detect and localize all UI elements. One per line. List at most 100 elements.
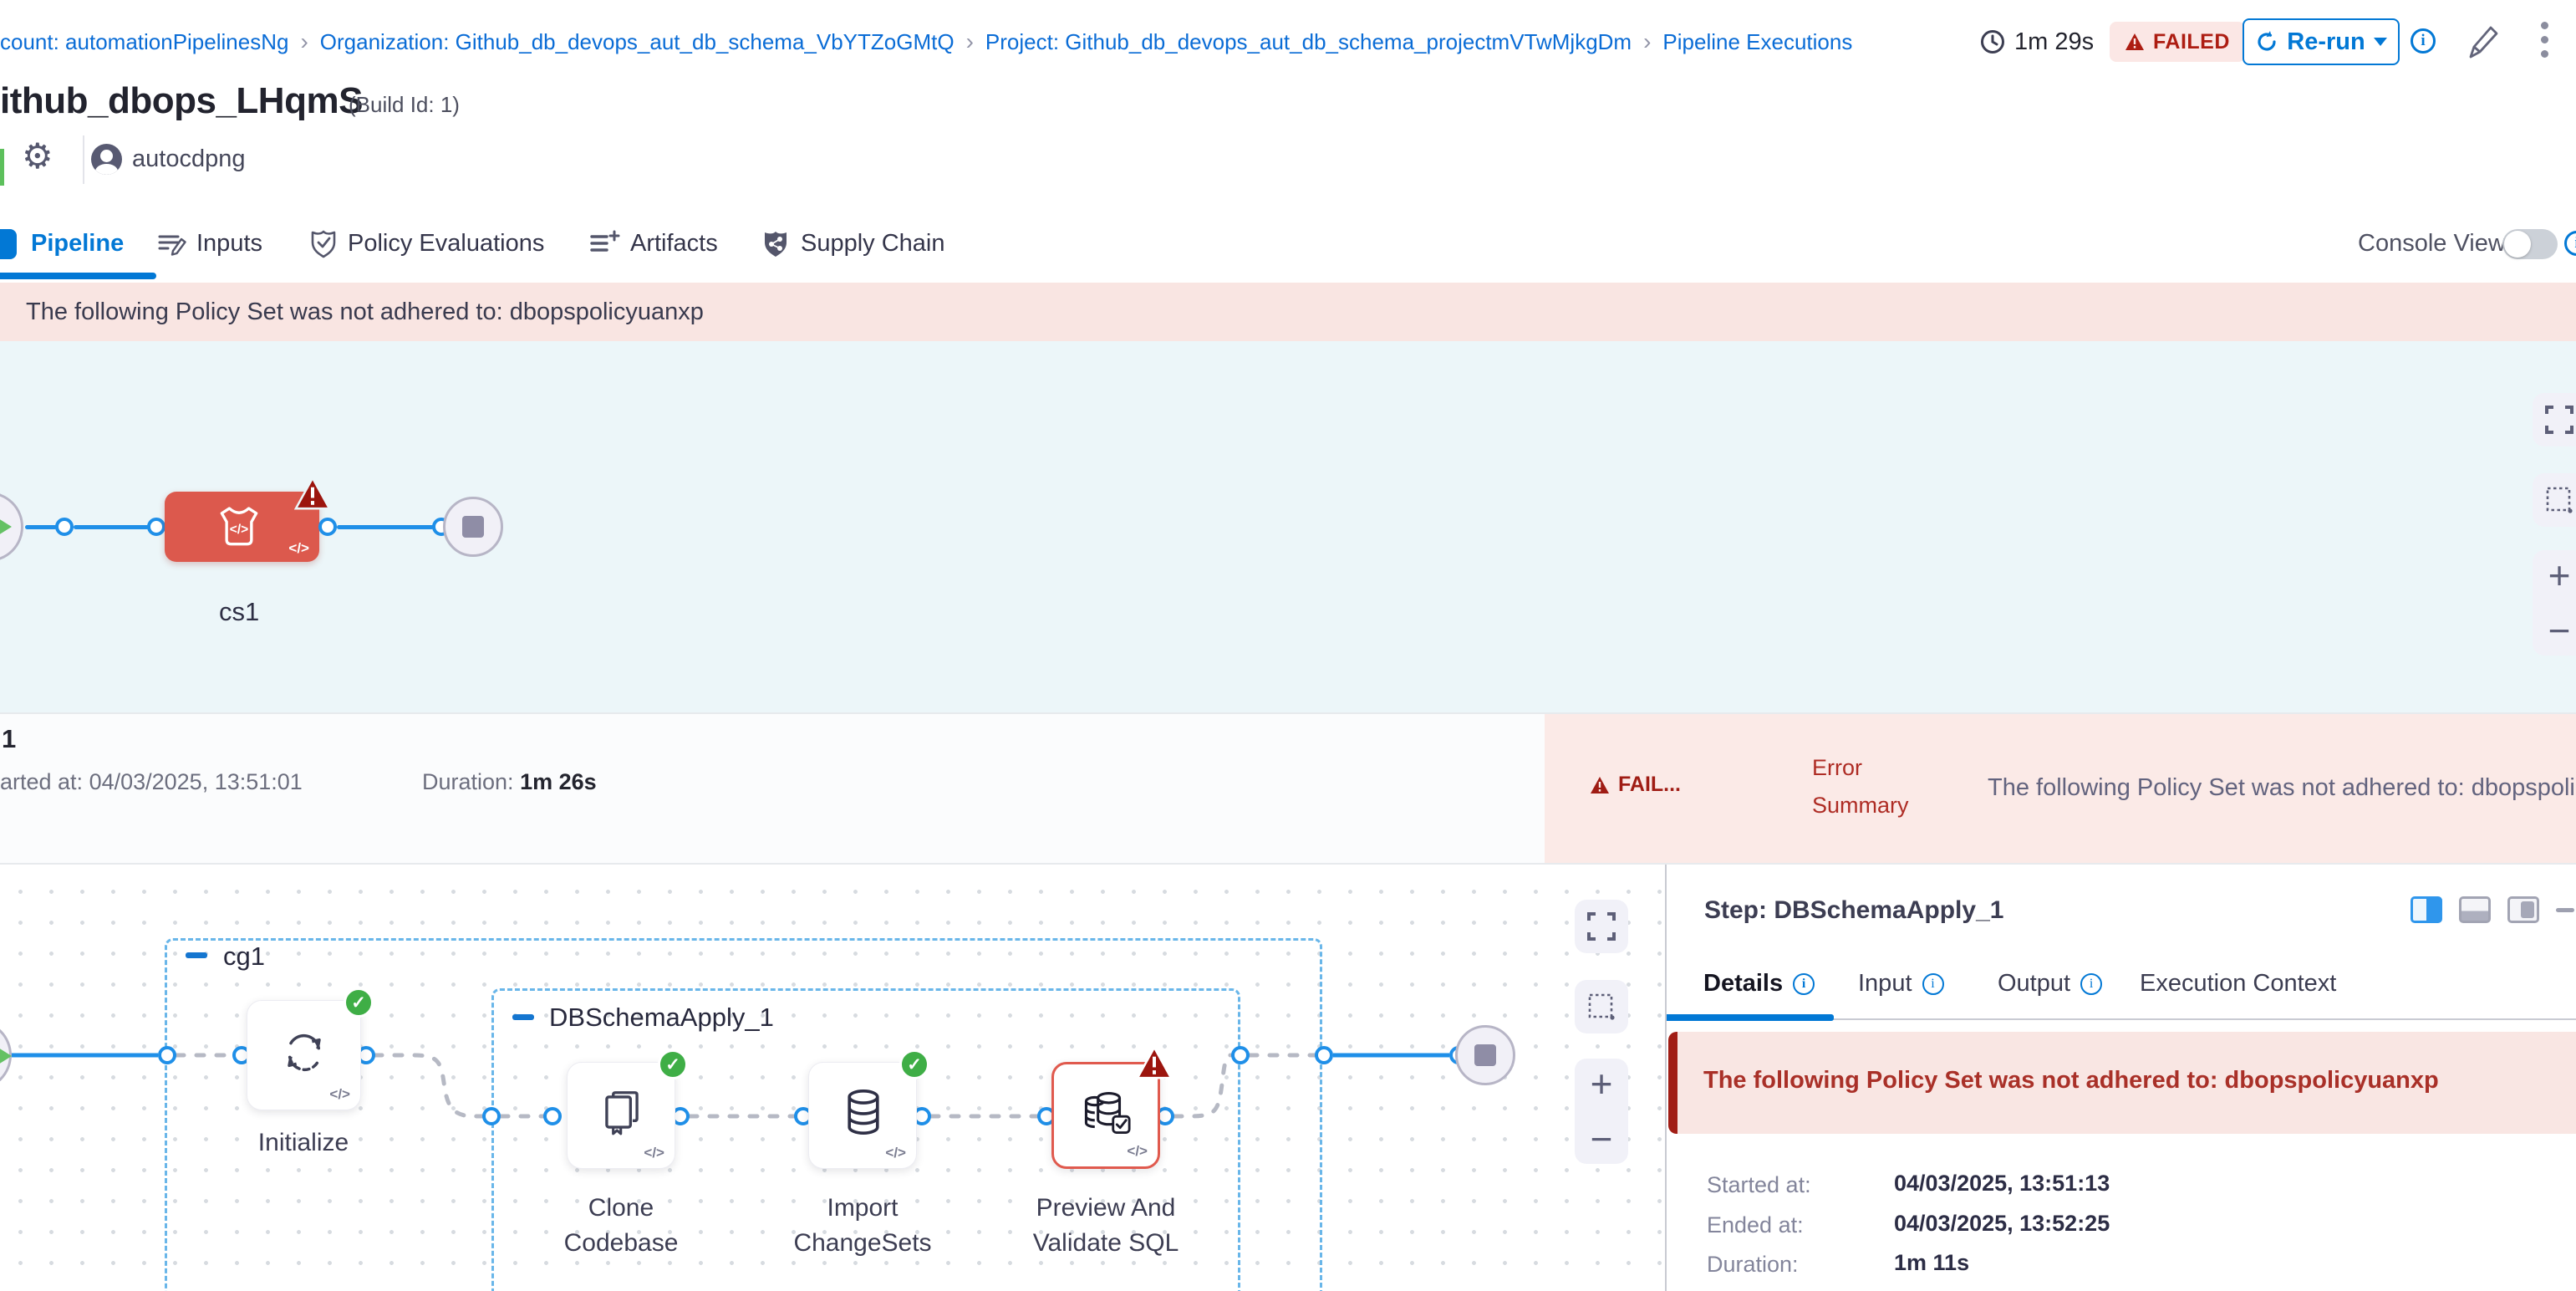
svg-text:</>: </> — [230, 523, 248, 537]
connector-port[interactable] — [543, 1107, 562, 1125]
step-node-initialize[interactable]: </> ✓ — [247, 1000, 361, 1110]
active-tab-underline — [0, 273, 156, 279]
pipeline-graph[interactable]: </> </> cs1 + − — [0, 341, 2576, 712]
layout-floating-icon[interactable] — [2507, 896, 2539, 923]
connector-port[interactable] — [1231, 1046, 1250, 1064]
selection-marquee-button[interactable] — [1575, 980, 1628, 1033]
more-options-kebab-icon[interactable] — [2541, 22, 2548, 58]
step-label-initialize: Initialize — [245, 1125, 362, 1161]
step-label-import-changesets: Import ChangeSets — [779, 1191, 946, 1261]
connector-port[interactable] — [1315, 1046, 1333, 1064]
panel-tab-execution-context[interactable]: Execution Context — [2140, 970, 2336, 998]
info-icon[interactable]: i — [1922, 973, 1944, 995]
console-info-icon[interactable]: i — [2564, 231, 2576, 256]
status-badge-label: FAILED — [2153, 30, 2230, 54]
zoom-in-button[interactable]: + — [2548, 556, 2571, 594]
stage-node-cs1[interactable]: </> </> — [165, 492, 319, 562]
zoom-out-button[interactable]: − — [2548, 611, 2571, 650]
pipeline-icon — [0, 229, 17, 259]
tab-supply-chain[interactable]: Supply Chain — [761, 209, 945, 278]
step-node-clone-codebase[interactable]: </> ✓ — [567, 1062, 675, 1169]
gear-icon[interactable]: ⚙ — [22, 135, 53, 176]
tab-inputs[interactable]: Inputs — [156, 209, 262, 278]
detail-duration-value: 1m 11s — [1894, 1250, 1969, 1276]
stage-execution-graph[interactable]: cg1 DBSchemaApply_1 — [0, 865, 1665, 1291]
fullscreen-button[interactable] — [1575, 900, 1628, 953]
tab-artifacts[interactable]: Artifacts — [588, 209, 718, 278]
elapsed-time-value: 1m 29s — [2014, 28, 2094, 56]
tab-bar: Pipeline Inputs Policy Evaluations Artif… — [0, 209, 2576, 283]
stop-icon — [1474, 1044, 1496, 1066]
chevron-down-icon — [2374, 38, 2387, 46]
panel-tab-output[interactable]: Output i — [1998, 970, 2102, 998]
tab-pipeline-label: Pipeline — [31, 230, 124, 258]
trigger-user: autocdpng — [132, 145, 245, 173]
layout-split-bottom-icon[interactable] — [2459, 896, 2491, 923]
connector-port[interactable] — [147, 518, 165, 536]
collapse-panel-button[interactable] — [2556, 908, 2574, 912]
fullscreen-button[interactable] — [2533, 393, 2576, 446]
avatar — [91, 144, 122, 175]
breadcrumb-pipeline-executions[interactable]: Pipeline Executions — [1662, 29, 1852, 55]
database-icon — [837, 1086, 889, 1138]
info-icon[interactable]: i — [1793, 973, 1815, 995]
stop-icon — [462, 516, 484, 538]
stage-duration: Duration: 1m 26s — [422, 769, 597, 795]
connector-port[interactable] — [158, 1046, 176, 1064]
inputs-icon — [156, 229, 186, 258]
zoom-out-button[interactable]: − — [1591, 1120, 1613, 1158]
connector-port[interactable] — [482, 1107, 501, 1125]
panel-tab-details[interactable]: Details i — [1703, 970, 1815, 998]
console-view-toggle[interactable] — [2502, 229, 2558, 259]
panel-tab-input-label: Input — [1858, 970, 1912, 998]
stage-fail-badge-label: FAIL... — [1618, 773, 1681, 797]
elapsed-time: 1m 29s — [1979, 0, 2094, 84]
shield-share-icon — [761, 227, 791, 259]
zoom-in-button[interactable]: + — [1591, 1064, 1613, 1103]
stage-node-label: cs1 — [219, 597, 259, 627]
stage-name: 1 — [2, 724, 16, 754]
breadcrumb-account[interactable]: count: automationPipelinesNg — [0, 29, 288, 55]
warning-icon — [2125, 33, 2145, 51]
success-check-icon: ✓ — [344, 987, 374, 1018]
stage-fail-badge: FAIL... — [1590, 773, 1681, 797]
info-icon[interactable]: i — [2080, 973, 2102, 995]
clone-codebase-icon — [596, 1086, 648, 1138]
policy-violation-banner: The following Policy Set was not adhered… — [0, 283, 2576, 341]
failed-warning-icon — [294, 477, 331, 510]
stage-started-at: arted at: 04/03/2025, 13:51:01 — [0, 769, 303, 795]
panel-tab-input[interactable]: Input i — [1858, 970, 1944, 998]
tab-pipeline[interactable]: Pipeline — [31, 209, 124, 278]
code-icon: </> — [885, 1145, 906, 1161]
step-label-clone-codebase: Clone Codebase — [550, 1191, 692, 1261]
step-node-preview-validate-sql[interactable]: </> — [1051, 1062, 1160, 1169]
clock-icon — [1979, 28, 2006, 55]
breadcrumb: count: automationPipelinesNg › Organizat… — [0, 0, 1852, 84]
execution-detail-zone: cg1 DBSchemaApply_1 — [0, 863, 2576, 1291]
selection-marquee-button[interactable] — [2533, 473, 2576, 527]
error-summary-label: Error Summary — [1812, 749, 1937, 824]
detail-started-value: 04/03/2025, 13:51:13 — [1894, 1171, 2110, 1197]
tab-supply-chain-label: Supply Chain — [801, 230, 945, 258]
breadcrumb-organization[interactable]: Organization: Github_db_devops_aut_db_sc… — [320, 29, 955, 55]
build-id: (Build Id: 1) — [349, 92, 460, 118]
breadcrumb-separator: › — [1643, 28, 1651, 55]
step-node-import-changesets[interactable]: </> ✓ — [808, 1062, 917, 1169]
tab-artifacts-label: Artifacts — [630, 230, 718, 258]
panel-active-tab-underline — [1667, 1014, 1834, 1021]
connector-port[interactable] — [318, 518, 337, 536]
breadcrumb-project[interactable]: Project: Github_db_devops_aut_db_schema_… — [985, 29, 1632, 55]
connector-port[interactable] — [55, 518, 74, 536]
divider — [83, 135, 84, 184]
info-icon[interactable]: i — [2411, 28, 2436, 54]
tab-policy-evaluations[interactable]: Policy Evaluations — [309, 209, 544, 278]
rerun-button[interactable]: Re-run — [2243, 18, 2400, 65]
detail-duration-label: Duration: — [1707, 1252, 1799, 1278]
layout-split-right-icon[interactable] — [2411, 896, 2442, 923]
zoom-controls: + − — [2533, 550, 2576, 656]
code-icon: </> — [288, 540, 309, 557]
success-check-icon: ✓ — [658, 1049, 688, 1079]
console-view-label: Console View — [2358, 209, 2506, 278]
edit-pencil-icon[interactable] — [2464, 22, 2502, 60]
detail-ended-value: 04/03/2025, 13:52:25 — [1894, 1211, 2110, 1237]
